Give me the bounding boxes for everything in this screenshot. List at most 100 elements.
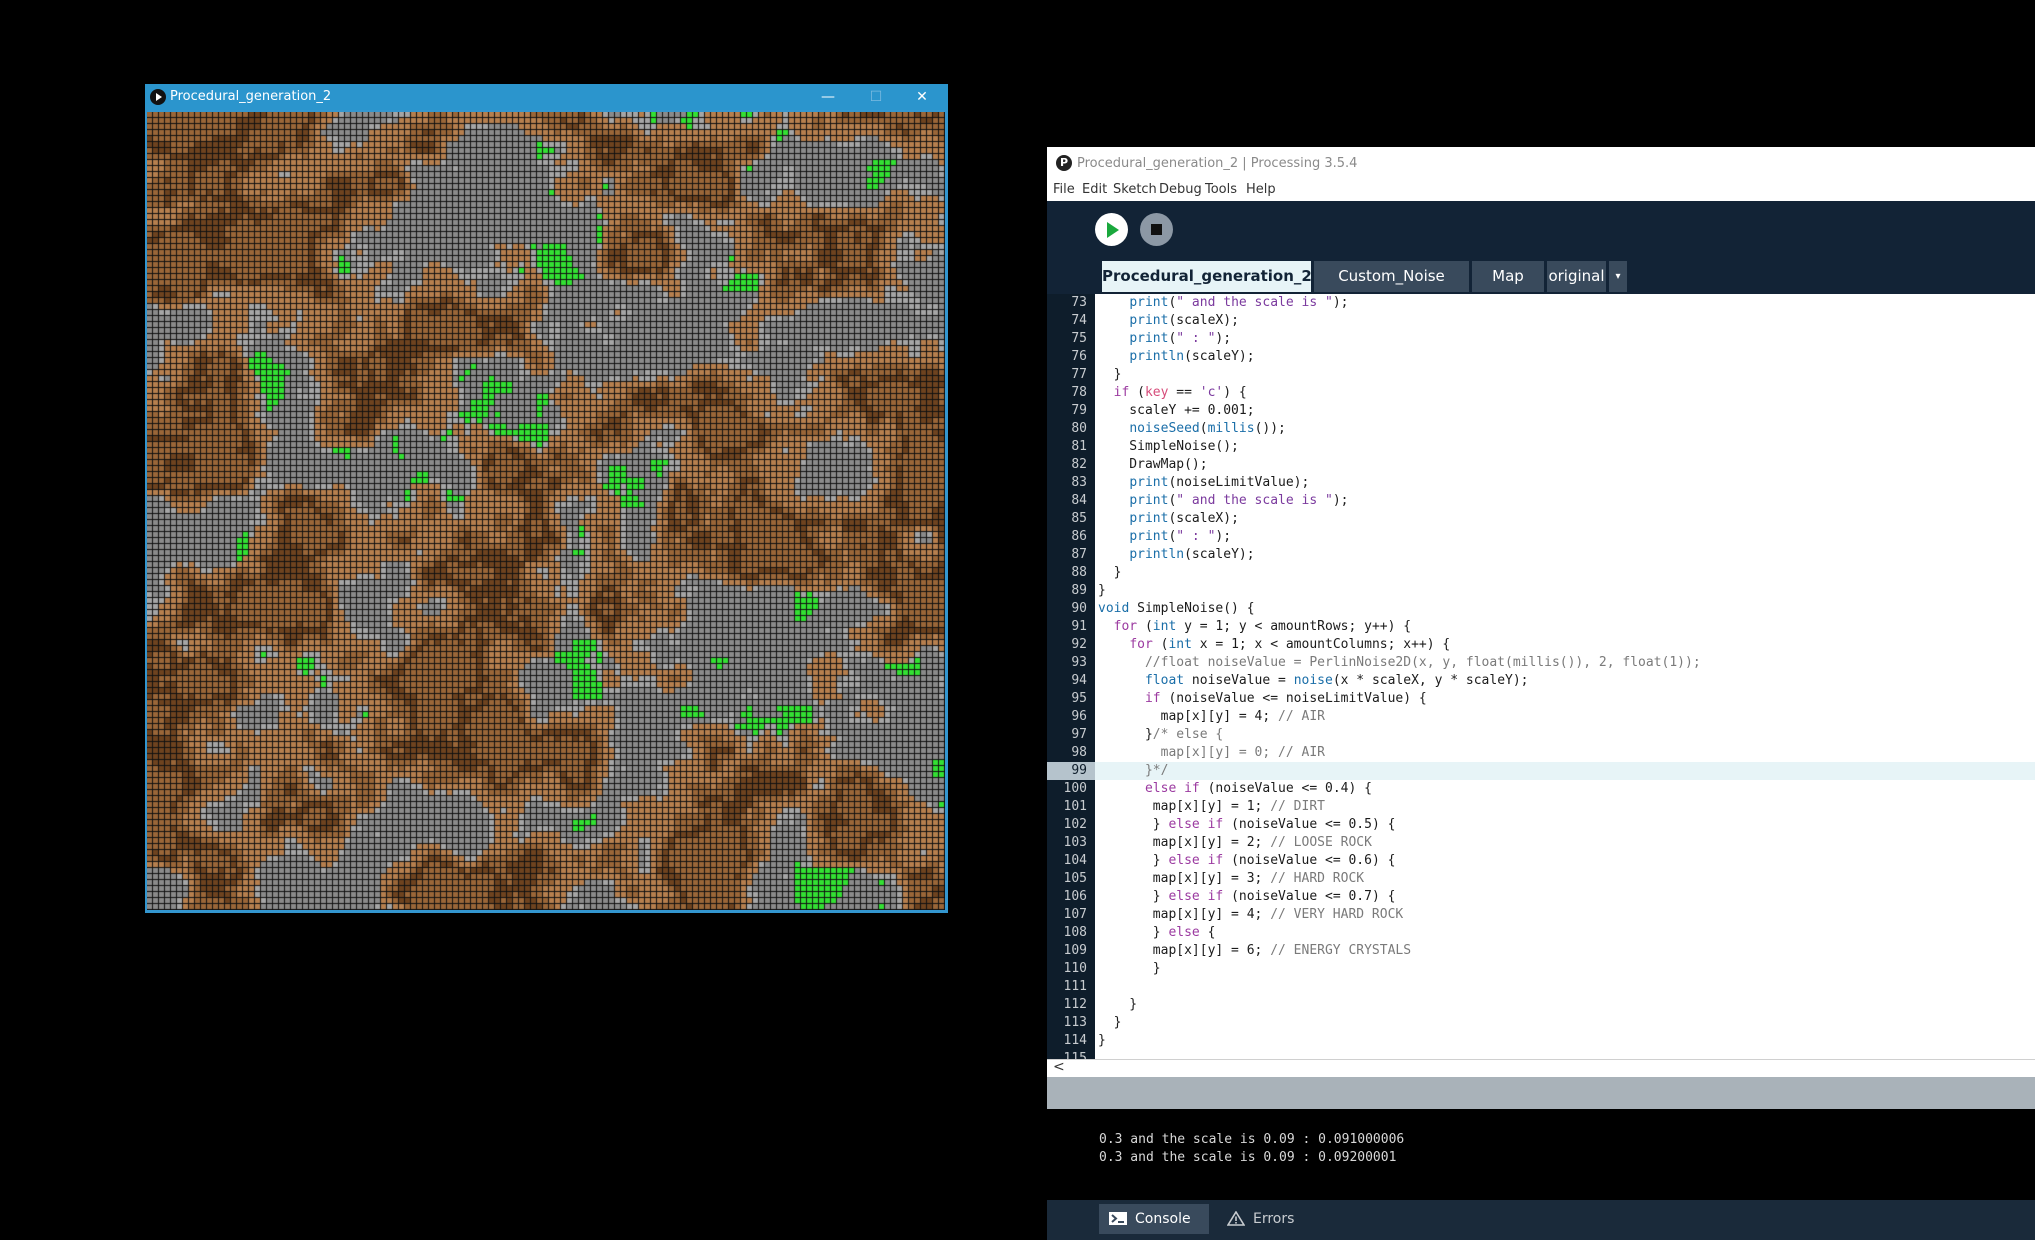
minimize-button[interactable]: —: [805, 84, 851, 110]
code-line[interactable]: float noiseValue = noise(x * scaleX, y *…: [1095, 672, 2035, 690]
processing-sketch-icon: [150, 89, 166, 105]
console-icon: [1109, 1212, 1127, 1225]
tab-overflow-menu-icon[interactable]: ▾: [1609, 261, 1627, 292]
line-number: 102: [1063, 817, 1087, 832]
code-line[interactable]: }: [1095, 1032, 2035, 1050]
code-line[interactable]: } else {: [1095, 924, 2035, 942]
line-number: 106: [1063, 889, 1087, 904]
menu-edit[interactable]: Edit: [1082, 182, 1107, 197]
ide-titlebar[interactable]: P Procedural_generation_2 | Processing 3…: [1047, 147, 2035, 181]
line-number: 89: [1071, 583, 1087, 598]
code-line[interactable]: }/* else {: [1095, 726, 2035, 744]
code-line[interactable]: }: [1095, 996, 2035, 1014]
code-line[interactable]: print(scaleX);: [1095, 510, 2035, 528]
code-line[interactable]: } else if (noiseValue <= 0.5) {: [1095, 816, 2035, 834]
line-number: 73: [1071, 295, 1087, 310]
console-tab[interactable]: Console: [1099, 1204, 1209, 1234]
code-line[interactable]: if (key == 'c') {: [1095, 384, 2035, 402]
maximize-button[interactable]: ☐: [853, 84, 899, 110]
line-number-gutter: 73 74 75 76 77 78 79 80 81 82 83 84 85 86 87 88 89 90 91 92…: [1047, 294, 1095, 1059]
line-number: 82: [1071, 457, 1087, 472]
line-number: 98: [1071, 745, 1087, 760]
code-line[interactable]: print(" : ");: [1095, 528, 2035, 546]
menu-sketch[interactable]: Sketch: [1113, 182, 1157, 197]
code-line[interactable]: if (noiseValue <= noiseLimitValue) {: [1095, 690, 2035, 708]
code-line[interactable]: print(" and the scale is ");: [1095, 294, 2035, 312]
code-line[interactable]: map[x][y] = 1; // DIRT: [1095, 798, 2035, 816]
code-line[interactable]: for (int y = 1; y < amountRows; y++) {: [1095, 618, 2035, 636]
warning-icon: [1227, 1211, 1245, 1226]
code-line[interactable]: print(" : ");: [1095, 330, 2035, 348]
code-line[interactable]: //float noiseValue = PerlinNoise2D(x, y,…: [1095, 654, 2035, 672]
scroll-left-icon[interactable]: <: [1053, 1059, 1065, 1075]
line-number: 77: [1071, 367, 1087, 382]
toolbar: Procedural_generation_2 Custom_Noise Map…: [1047, 201, 2035, 294]
tab-map[interactable]: Map: [1472, 261, 1544, 292]
code-text-area[interactable]: print(" and the scale is "); print(scale…: [1095, 294, 2035, 1059]
code-line[interactable]: void SimpleNoise() {: [1095, 600, 2035, 618]
code-line[interactable]: print(noiseLimitValue);: [1095, 474, 2035, 492]
code-line[interactable]: print(scaleX);: [1095, 312, 2035, 330]
errors-tab[interactable]: Errors: [1217, 1204, 1317, 1234]
console-line: 0.3 and the scale is 0.09 : 0.091000006: [1099, 1132, 1405, 1147]
code-line[interactable]: map[x][y] = 0; // AIR: [1095, 744, 2035, 762]
code-line[interactable]: map[x][y] = 3; // HARD ROCK: [1095, 870, 2035, 888]
line-number: 78: [1071, 385, 1087, 400]
code-line[interactable]: map[x][y] = 2; // LOOSE ROCK: [1095, 834, 2035, 852]
code-editor[interactable]: 73 74 75 76 77 78 79 80 81 82 83 84 85 86 87 88 89 90 91 92…: [1047, 294, 2035, 1059]
menu-file[interactable]: File: [1053, 182, 1075, 197]
code-line[interactable]: SimpleNoise();: [1095, 438, 2035, 456]
line-number: 96: [1071, 709, 1087, 724]
line-number: 99: [1047, 762, 1095, 780]
line-number: 103: [1063, 835, 1087, 850]
console-output[interactable]: 0.3 and the scale is 0.09 : 0.091000006 …: [1047, 1109, 2035, 1200]
menu-tools[interactable]: Tools: [1205, 182, 1237, 197]
line-number: 105: [1063, 871, 1087, 886]
code-line[interactable]: for (int x = 1; x < amountColumns; x++) …: [1095, 636, 2035, 654]
code-line[interactable]: }*/: [1095, 762, 2035, 780]
errors-tab-label: Errors: [1253, 1211, 1295, 1227]
line-number: 112: [1063, 997, 1087, 1012]
horizontal-scrollbar[interactable]: <: [1047, 1059, 2035, 1078]
code-line[interactable]: println(scaleY);: [1095, 546, 2035, 564]
code-line[interactable]: } else if (noiseValue <= 0.6) {: [1095, 852, 2035, 870]
tab-procedural-generation-2[interactable]: Procedural_generation_2: [1102, 261, 1312, 292]
code-line[interactable]: }: [1095, 1014, 2035, 1032]
code-line[interactable]: DrawMap();: [1095, 456, 2035, 474]
line-number: 81: [1071, 439, 1087, 454]
code-line[interactable]: }: [1095, 582, 2035, 600]
code-line[interactable]: scaleY += 0.001;: [1095, 402, 2035, 420]
line-number: 101: [1063, 799, 1087, 814]
run-button[interactable]: [1095, 213, 1128, 246]
code-line[interactable]: }: [1095, 960, 2035, 978]
code-line[interactable]: map[x][y] = 4; // VERY HARD ROCK: [1095, 906, 2035, 924]
code-line[interactable]: }: [1095, 366, 2035, 384]
code-line[interactable]: print(" and the scale is ");: [1095, 492, 2035, 510]
code-line[interactable]: map[x][y] = 6; // ENERGY CRYSTALS: [1095, 942, 2035, 960]
tab-original[interactable]: original: [1547, 261, 1606, 292]
line-number: 115: [1063, 1051, 1087, 1059]
procedural-map-canvas[interactable]: [147, 112, 945, 910]
line-number: 94: [1071, 673, 1087, 688]
line-number: 100: [1063, 781, 1087, 796]
stop-button[interactable]: [1140, 213, 1173, 246]
processing-logo-icon: P: [1056, 155, 1072, 171]
sketch-titlebar[interactable]: Procedural_generation_2 — ☐ ✕: [145, 84, 948, 110]
code-line[interactable]: [1095, 1050, 2035, 1059]
code-line[interactable]: }: [1095, 564, 2035, 582]
code-line[interactable]: println(scaleY);: [1095, 348, 2035, 366]
code-line[interactable]: noiseSeed(millis());: [1095, 420, 2035, 438]
code-line[interactable]: } else if (noiseValue <= 0.7) {: [1095, 888, 2035, 906]
code-line[interactable]: else if (noiseValue <= 0.4) {: [1095, 780, 2035, 798]
menu-help[interactable]: Help: [1246, 182, 1276, 197]
close-button[interactable]: ✕: [899, 84, 945, 110]
code-line[interactable]: [1095, 978, 2035, 996]
ide-window-title: Procedural_generation_2 | Processing 3.5…: [1077, 156, 1358, 171]
line-number: 79: [1071, 403, 1087, 418]
line-number: 76: [1071, 349, 1087, 364]
menu-debug[interactable]: Debug: [1159, 182, 1202, 197]
tab-custom-noise[interactable]: Custom_Noise: [1314, 261, 1469, 292]
code-line[interactable]: map[x][y] = 4; // AIR: [1095, 708, 2035, 726]
line-number: 113: [1063, 1015, 1087, 1030]
menu-bar: File Edit Sketch Debug Tools Help: [1047, 181, 2035, 201]
